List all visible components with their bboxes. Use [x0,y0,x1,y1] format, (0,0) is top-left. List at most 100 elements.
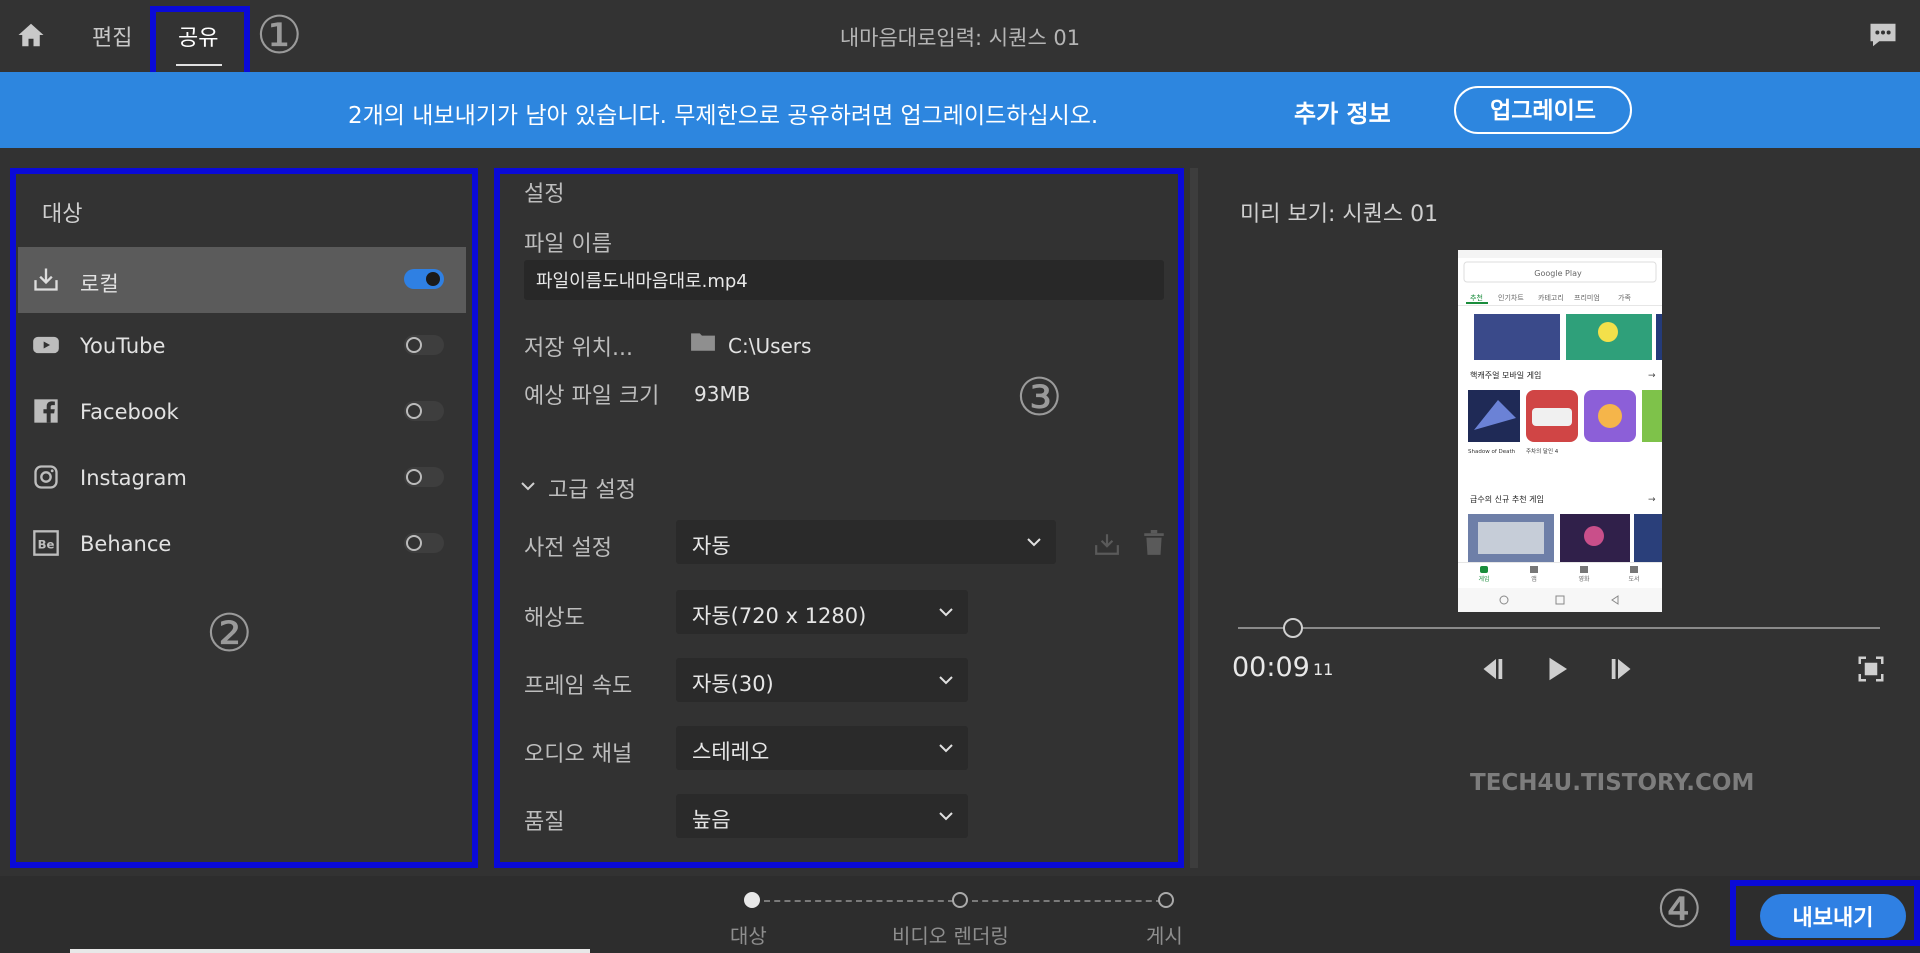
download-icon [34,268,58,291]
destination-item-behance[interactable]: Be Behance [18,511,466,577]
active-tab-indicator [176,64,222,66]
audio-channel-value: 스테레오 [692,740,770,764]
est-size-value: 93MB [694,382,751,406]
phone-tab: 프리미엄 [1574,293,1600,302]
destination-label: Behance [80,532,172,556]
svg-text:Be: Be [38,537,55,551]
step-label-publish: 게시 [1146,924,1183,948]
settings-title: 설정 [524,182,565,207]
step-dot-destination [744,892,760,908]
preset-value: 자동 [692,534,731,558]
chevron-down-icon [939,676,953,685]
facebook-toggle[interactable] [404,401,444,421]
step-connector [764,900,954,902]
export-button[interactable]: 내보내기 [1760,894,1906,938]
framerate-select[interactable]: 자동(30) [676,658,968,702]
save-location-label[interactable]: 저장 위치... [524,330,633,362]
bottom-scroll-strip [70,949,590,953]
destination-item-youtube[interactable]: YouTube [18,313,466,379]
destination-item-local[interactable]: 로컬 [18,247,466,313]
timecode: 00:09 [1232,652,1310,683]
upgrade-button[interactable]: 업그레이드 [1454,86,1632,134]
step-back-icon[interactable] [1476,654,1506,684]
svg-text:→: → [1648,371,1656,381]
facebook-icon [34,399,58,423]
youtube-toggle[interactable] [404,335,444,355]
step-connector [972,900,1162,902]
folder-icon[interactable] [690,330,716,352]
upgrade-banner: 2개의 내보내기가 남아 있습니다. 무제한으로 공유하려면 업그레이드하십시오… [0,72,1920,148]
chevron-down-icon [939,608,953,617]
timeline-scrubber[interactable] [1238,627,1880,629]
settings-scrollbar[interactable] [1190,168,1198,868]
document-title: 내마음대로입력: 시퀀스 01 [839,26,1081,50]
phone-screenshot: Google Play 추천 인기차트 카테고리 프리미엄 가족 핵캐주얼 모바… [1458,250,1662,612]
audio-channel-label: 오디오 채널 [524,742,633,767]
watermark-text: TECH4U.TISTORY.COM [1470,770,1755,796]
destination-item-instagram[interactable]: Instagram [18,445,466,511]
playhead-handle[interactable] [1282,618,1303,638]
quality-label: 품질 [524,810,565,835]
file-name-label: 파일 이름 [524,232,612,257]
timecode-frames: 11 [1313,660,1334,679]
phone-nav-label: 도서 [1628,575,1639,583]
step-dot-render [952,892,968,908]
play-icon[interactable] [1542,654,1572,684]
youtube-icon [33,336,59,354]
chevron-down-icon [939,744,953,753]
phone-tab: 가족 [1618,293,1631,302]
destination-label: Instagram [80,466,187,490]
audio-channel-select[interactable]: 스테레오 [676,726,968,770]
instagram-icon [34,465,58,489]
preview-title: 미리 보기: 시퀀스 01 [1240,202,1439,227]
destination-title: 대상 [42,202,83,227]
banner-message: 2개의 내보내기가 남아 있습니다. 무제한으로 공유하려면 업그레이드하십시오… [348,103,1099,129]
quality-value: 높음 [692,808,731,832]
behance-icon: Be [33,530,59,556]
annotation-number-2: ② [206,604,253,664]
phone-tab: 인기차트 [1498,293,1524,302]
quality-select[interactable]: 높음 [676,794,968,838]
phone-nav-label: 게임 [1478,575,1489,583]
save-preset-icon[interactable] [1094,532,1120,556]
step-label-destination: 대상 [730,924,767,948]
local-toggle[interactable] [404,269,444,289]
chevron-down-icon [939,812,953,821]
phone-game-title: 주차의 달인 4 [1526,447,1559,455]
framerate-label: 프레임 속도 [524,674,633,699]
settings-panel: 설정 파일 이름 저장 위치... C:\Users 예상 파일 크기 93MB… [494,168,1194,868]
preset-label: 사전 설정 [524,536,612,561]
top-bar: 편집 공유 ① 내마음대로입력: 시퀀스 01 [0,0,1920,80]
phone-section-title: 급수의 신규 추천 게임 [1470,494,1544,504]
destination-label: Facebook [80,400,179,424]
trash-icon[interactable] [1142,530,1166,556]
est-size-label: 예상 파일 크기 [524,384,660,409]
phone-section-title: 핵캐주얼 모바일 게임 [1470,370,1541,380]
save-location-path: C:\Users [728,334,812,358]
phone-search: Google Play [1534,269,1582,278]
framerate-value: 자동(30) [692,672,774,696]
advanced-settings-toggle[interactable]: 고급 설정 [548,472,636,504]
resolution-value: 자동(720 x 1280) [692,604,867,628]
instagram-toggle[interactable] [404,467,444,487]
phone-tab: 카테고리 [1538,293,1564,302]
feedback-icon[interactable] [1868,20,1898,50]
video-preview: Google Play 추천 인기차트 카테고리 프리미엄 가족 핵캐주얼 모바… [1458,250,1662,612]
more-info-link[interactable]: 추가 정보 [1294,94,1391,129]
destination-item-facebook[interactable]: Facebook [18,379,466,445]
step-label-render: 비디오 렌더링 [892,924,1009,948]
preset-select[interactable]: 자동 [676,520,1056,564]
step-dot-publish [1158,892,1174,908]
chevron-down-icon[interactable] [520,478,536,494]
destination-label: 로컬 [80,272,119,296]
phone-game-title: Shadow of Death [1468,449,1516,455]
file-name-input[interactable] [524,260,1164,300]
resolution-label: 해상도 [524,606,585,631]
resolution-select[interactable]: 자동(720 x 1280) [676,590,968,634]
behance-toggle[interactable] [404,533,444,553]
step-forward-icon[interactable] [1608,654,1638,684]
phone-nav-label: 앱 [1531,575,1537,583]
fullscreen-icon[interactable] [1856,654,1886,684]
svg-text:→: → [1648,495,1656,505]
destination-label: YouTube [80,334,166,358]
